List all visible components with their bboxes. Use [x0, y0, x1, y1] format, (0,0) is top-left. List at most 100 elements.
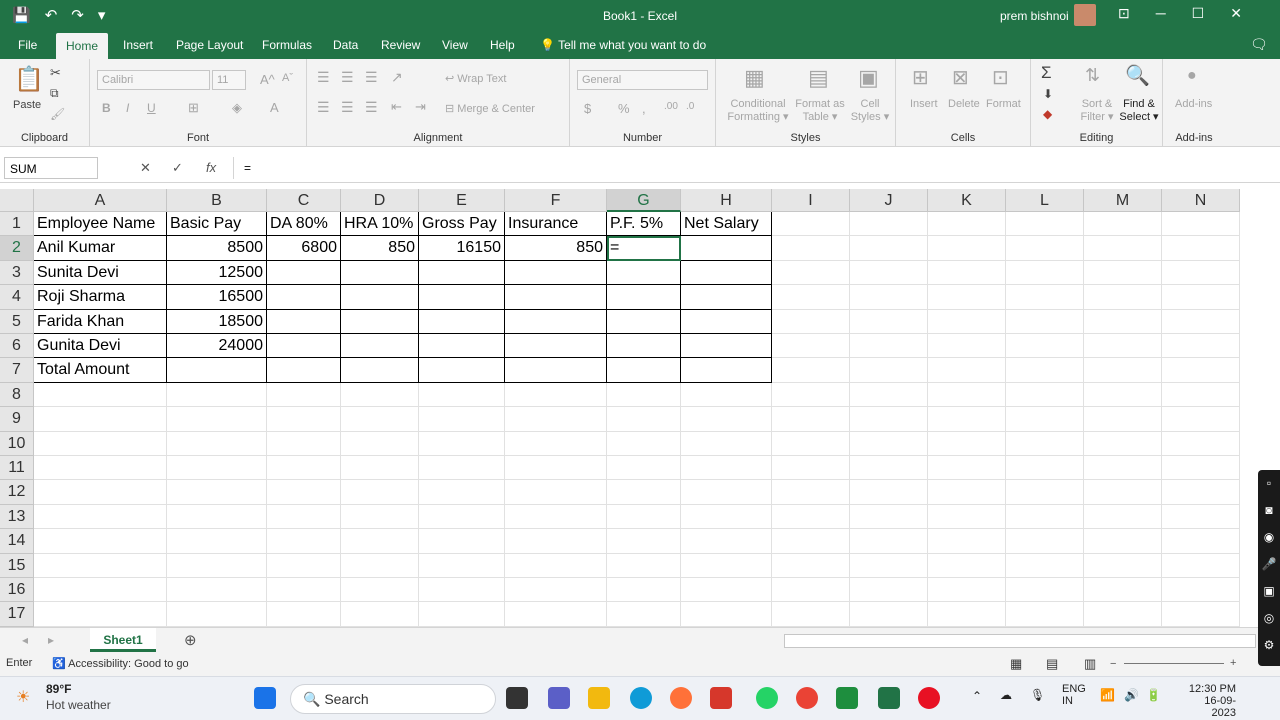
cell-k15[interactable] [928, 553, 1006, 578]
column-header-n[interactable]: N [1162, 189, 1240, 212]
column-header-m[interactable]: M [1084, 189, 1162, 212]
cell-e16[interactable] [419, 578, 505, 603]
cell-j14[interactable] [850, 529, 928, 554]
decrease-font-icon[interactable]: Aˇ [282, 72, 293, 84]
increase-font-icon[interactable]: A^ [260, 72, 275, 87]
formula-input[interactable]: = [233, 157, 1275, 179]
cell-d3[interactable] [341, 260, 419, 286]
cell-c8[interactable] [267, 382, 341, 408]
cell-l3[interactable] [1006, 260, 1084, 286]
cell-g1[interactable]: P.F. 5% [607, 212, 681, 237]
cell-e5[interactable] [419, 309, 505, 334]
decrease-decimal-icon[interactable]: .0 [686, 101, 694, 112]
cell-i11[interactable] [772, 456, 850, 481]
cell-k13[interactable] [928, 504, 1006, 530]
whatsapp-icon[interactable] [756, 687, 778, 709]
cell-k14[interactable] [928, 529, 1006, 554]
user-name[interactable]: prem bishnoi [1000, 9, 1069, 23]
cell-f10[interactable] [505, 431, 607, 456]
cell-d7[interactable] [341, 358, 419, 383]
column-header-e[interactable]: E [419, 189, 505, 212]
cell-g12[interactable] [607, 480, 681, 505]
cell-i8[interactable] [772, 382, 850, 408]
cell-b14[interactable] [167, 529, 267, 554]
number-format-dropdown[interactable]: General [577, 70, 708, 90]
onedrive-icon[interactable]: ☁ [1000, 688, 1012, 702]
file-explorer-icon[interactable] [588, 687, 610, 709]
cell-h10[interactable] [681, 431, 772, 456]
cell-n9[interactable] [1162, 407, 1240, 432]
copy-icon[interactable]: ⧉ [50, 86, 59, 101]
cell-b16[interactable] [167, 578, 267, 603]
cell-c1[interactable]: DA 80% [267, 212, 341, 237]
cell-b9[interactable] [167, 407, 267, 432]
cell-f8[interactable] [505, 382, 607, 408]
cell-g10[interactable] [607, 431, 681, 456]
cell-f4[interactable] [505, 285, 607, 310]
battery-icon[interactable]: 🔋 [1146, 688, 1161, 702]
cell-l11[interactable] [1006, 456, 1084, 481]
cell-n12[interactable] [1162, 480, 1240, 505]
clock[interactable]: 12:30 PM 16-09-2023 [1180, 683, 1236, 719]
row-header-7[interactable]: 7 [0, 358, 34, 383]
cell-i10[interactable] [772, 431, 850, 456]
cell-h14[interactable] [681, 529, 772, 554]
cell-i9[interactable] [772, 407, 850, 432]
paste-icon[interactable]: 📋 [14, 65, 44, 94]
italic-icon[interactable]: I [126, 101, 129, 115]
cell-c2[interactable]: 6800 [267, 236, 341, 261]
cell-l8[interactable] [1006, 382, 1084, 408]
cell-l15[interactable] [1006, 553, 1084, 578]
merge-center-button[interactable]: ⊟ Merge & Center [445, 102, 535, 115]
increase-decimal-icon[interactable]: .00 [664, 101, 678, 112]
cell-i4[interactable] [772, 285, 850, 310]
wrap-text-button[interactable]: ↩ Wrap Text [445, 72, 506, 85]
cell-d12[interactable] [341, 480, 419, 505]
horizontal-scrollbar[interactable] [784, 634, 1256, 648]
cell-d2[interactable]: 850 [341, 236, 419, 261]
cell-c16[interactable] [267, 578, 341, 603]
cell-i15[interactable] [772, 553, 850, 578]
cell-m14[interactable] [1084, 529, 1162, 554]
cell-j16[interactable] [850, 578, 928, 603]
cell-f3[interactable] [505, 260, 607, 286]
cell-m1[interactable] [1084, 212, 1162, 237]
cell-i16[interactable] [772, 578, 850, 603]
cell-k5[interactable] [928, 309, 1006, 334]
cell-k4[interactable] [928, 285, 1006, 310]
chevron-up-icon[interactable]: ⌃ [972, 689, 982, 703]
tab-review[interactable]: Review [381, 38, 420, 52]
autosum-icon[interactable]: Σ [1041, 63, 1052, 83]
comments-icon[interactable]: 🗨 [1250, 36, 1268, 53]
cell-d1[interactable]: HRA 10% [341, 212, 419, 237]
cell-h16[interactable] [681, 578, 772, 603]
sheet-tab-sheet1[interactable]: Sheet1 [90, 628, 156, 652]
delete-cells-button[interactable]: Delete [948, 98, 980, 110]
cell-k7[interactable] [928, 358, 1006, 383]
cell-n14[interactable] [1162, 529, 1240, 554]
cell-c7[interactable] [267, 358, 341, 383]
cell-g2[interactable]: = [607, 236, 681, 261]
insert-function-icon[interactable]: fx [206, 160, 216, 175]
tab-page-layout[interactable]: Page Layout [176, 38, 243, 52]
cell-n1[interactable] [1162, 212, 1240, 237]
cell-n5[interactable] [1162, 309, 1240, 334]
cell-l16[interactable] [1006, 578, 1084, 603]
name-box[interactable]: SUM [4, 157, 98, 179]
cell-c15[interactable] [267, 553, 341, 578]
cell-a14[interactable] [34, 529, 167, 554]
cell-c14[interactable] [267, 529, 341, 554]
sort-filter-button[interactable]: Sort & Filter ▾ [1077, 98, 1117, 123]
cell-a16[interactable] [34, 578, 167, 603]
cell-e12[interactable] [419, 480, 505, 505]
cell-a10[interactable] [34, 431, 167, 456]
cell-n10[interactable] [1162, 431, 1240, 456]
font-size-dropdown[interactable]: 11 [212, 70, 246, 90]
normal-view-icon[interactable]: ▦ [1010, 656, 1022, 672]
column-header-h[interactable]: H [681, 189, 772, 212]
accessibility-status[interactable]: ♿ Accessibility: Good to go [52, 657, 189, 670]
cell-i7[interactable] [772, 358, 850, 383]
minimize-icon[interactable]: ─ [1156, 5, 1166, 22]
clear-icon[interactable]: ◆ [1043, 107, 1052, 121]
conditional-formatting-button[interactable]: Conditional Formatting ▾ [726, 98, 790, 123]
